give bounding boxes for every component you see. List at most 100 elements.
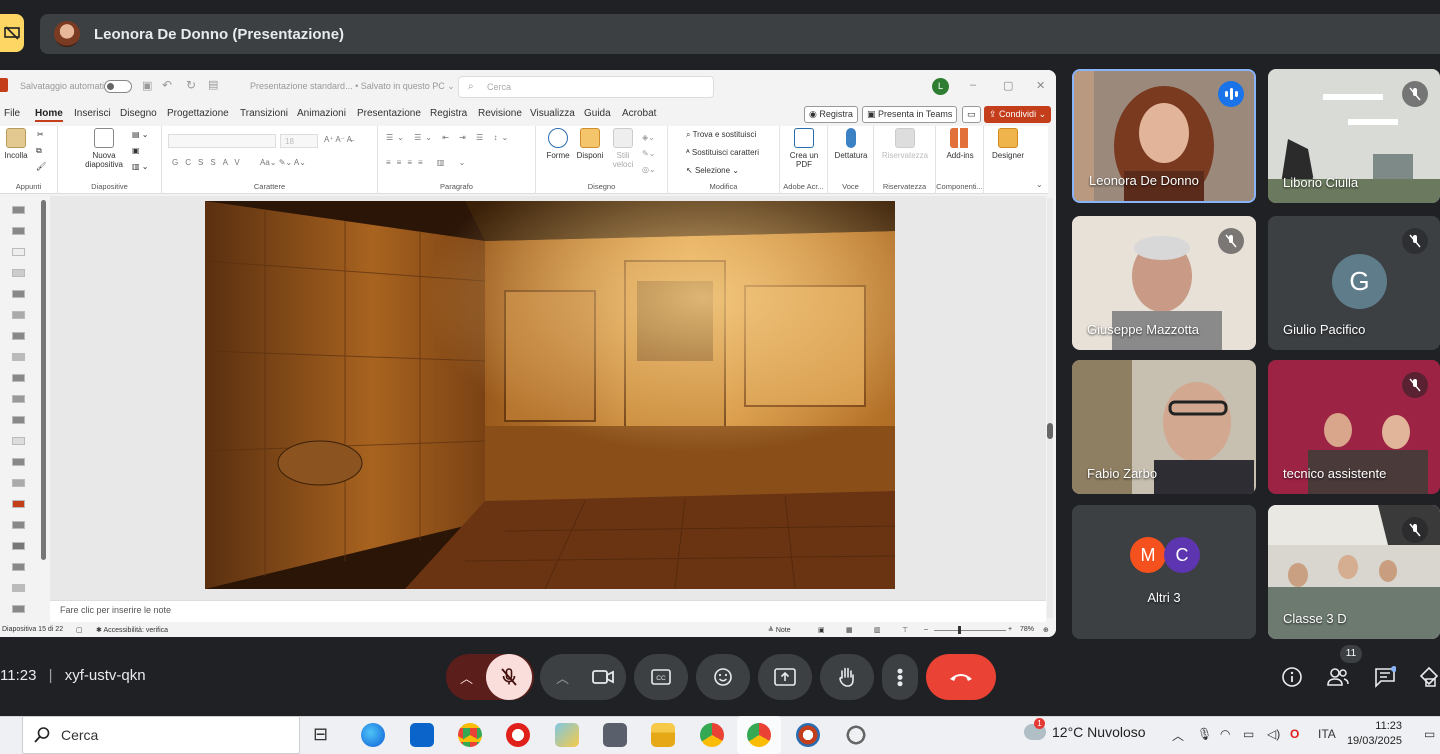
slide-thumbnail[interactable] <box>12 374 25 382</box>
designer-button[interactable]: Designer <box>988 128 1028 160</box>
find-replace-button[interactable]: ⌕ Trova e sostituisci <box>686 130 756 140</box>
participant-tile-classe[interactable]: Classe 3 D <box>1268 505 1440 639</box>
paste-button[interactable]: Incolla <box>2 128 30 160</box>
opera-icon[interactable] <box>506 723 530 747</box>
weather-widget[interactable]: 1 12°C Nuvoloso <box>1024 718 1146 740</box>
system-clock[interactable]: 11:23 19/03/2025 <box>1342 719 1402 749</box>
slide-thumbnail[interactable] <box>12 437 25 445</box>
windows-search-input[interactable]: Cerca <box>22 716 300 754</box>
captions-button[interactable]: CC <box>634 654 688 700</box>
section-icon[interactable]: ▥ ⌄ <box>132 162 148 171</box>
battery-icon[interactable]: ▭ <box>1243 727 1254 741</box>
participant-tile-tecnico[interactable]: tecnico assistente <box>1268 360 1440 494</box>
zoom-level[interactable]: 78% <box>1020 626 1034 633</box>
tab-review[interactable]: Revisione <box>478 108 522 119</box>
zoom-slider-handle[interactable] <box>958 626 961 634</box>
participant-tile-liborio[interactable]: Liborio Ciulla <box>1268 69 1440 203</box>
present-teams-button[interactable]: ▣ Presenta in Teams <box>862 106 958 123</box>
chrome-meet-icon[interactable] <box>747 723 771 747</box>
snipping-tool-icon[interactable] <box>555 723 579 747</box>
edge-icon[interactable] <box>361 723 385 747</box>
slide-thumbnail[interactable] <box>12 563 25 571</box>
reactions-button[interactable] <box>696 654 750 700</box>
slide-thumbnail[interactable] <box>12 332 25 340</box>
spelling-icon[interactable]: ▢ <box>76 626 83 634</box>
file-explorer-icon[interactable] <box>651 723 675 747</box>
ribbon-collapse-icon[interactable]: ⌄ <box>1036 180 1043 189</box>
notes-pane[interactable]: Fare clic per inserire le note <box>50 600 1046 622</box>
document-title[interactable]: Presentazione standard... • Salvato in q… <box>250 81 455 92</box>
reading-view-icon[interactable]: ▥ <box>874 626 881 634</box>
chat-icon[interactable] <box>1372 664 1398 690</box>
slide-scrollbar-thumb[interactable] <box>1047 423 1053 439</box>
user-avatar[interactable]: L <box>932 78 949 95</box>
slide-thumbnail[interactable] <box>12 458 25 466</box>
autosave-toggle[interactable] <box>104 80 132 93</box>
record-button[interactable]: ◉ Registra <box>804 106 858 123</box>
slide-thumbnail[interactable] <box>12 206 25 214</box>
ppt-search-input[interactable]: ⌕ Cerca <box>458 76 714 98</box>
more-options-button[interactable]: ••• <box>882 654 918 700</box>
addins-button[interactable]: Add-ins <box>942 128 978 160</box>
cut-icon[interactable]: ✂ <box>37 130 44 139</box>
save-icon[interactable]: ▣ <box>142 79 152 92</box>
arrange-button[interactable]: Disponi <box>574 128 606 160</box>
normal-view-icon[interactable]: ▣ <box>818 626 825 634</box>
camera-toggle-button[interactable] <box>580 654 626 700</box>
slide-thumbnail[interactable] <box>12 248 25 256</box>
fit-slide-icon[interactable]: ⊕ <box>1043 626 1049 634</box>
list-icons[interactable]: ☰⌄ ☰⌄ ⇤ ⇥ ☰ ↕⌄ <box>386 133 512 142</box>
paint-icon[interactable] <box>796 723 820 747</box>
tab-draw[interactable]: Disegno <box>120 108 157 119</box>
select-button[interactable]: ↖ Selezione ⌄ <box>686 166 739 175</box>
slide-thumbnail[interactable] <box>12 290 25 298</box>
raise-hand-button[interactable] <box>820 654 874 700</box>
participant-tile-others[interactable]: M C Altri 3 <box>1072 505 1256 639</box>
camera-options-chevron-icon[interactable]: ︿ <box>556 668 569 687</box>
leave-call-button[interactable] <box>926 654 996 700</box>
format-painter-icon[interactable]: 🖌 <box>36 162 46 171</box>
wifi-icon[interactable]: ◠ <box>1220 727 1230 741</box>
sensitivity-button[interactable]: Riservatezza <box>880 128 930 160</box>
task-view-icon[interactable]: ⊟ <box>313 724 328 745</box>
new-slide-button[interactable]: Nuova diapositiva <box>74 128 134 169</box>
slide-thumbnail[interactable] <box>12 311 25 319</box>
meeting-code[interactable]: xyf-ustv-qkn <box>65 667 146 684</box>
create-pdf-button[interactable]: Crea un PDF <box>786 128 822 169</box>
participant-tile-giuseppe[interactable]: Giuseppe Mazzotta <box>1072 216 1256 350</box>
close-icon[interactable]: ✕ <box>1036 79 1045 92</box>
slide-scrollbar[interactable] <box>1047 198 1053 618</box>
zoom-slider[interactable] <box>934 630 1006 631</box>
participant-tile-leonora[interactable]: Leonora De Donno <box>1072 69 1256 203</box>
zoom-out-icon[interactable]: – <box>924 626 928 633</box>
slide-thumbnail[interactable] <box>12 542 25 550</box>
activities-icon[interactable] <box>1418 664 1440 690</box>
grow-font-icon[interactable]: A⁺ A⁻ A̶ <box>324 135 352 144</box>
participant-tile-giulio[interactable]: G Giulio Pacifico <box>1268 216 1440 350</box>
reset-icon[interactable]: ▣ <box>132 146 140 155</box>
shapes-button[interactable]: Forme <box>544 128 572 160</box>
calculator-icon[interactable] <box>603 723 627 747</box>
slide-thumbnail[interactable] <box>12 353 25 361</box>
notifications-icon[interactable]: ▭ <box>1424 727 1435 741</box>
stop-presenting-icon[interactable] <box>0 14 24 52</box>
slide-thumbnail[interactable] <box>12 479 25 487</box>
mic-options-chevron-icon[interactable]: ︿ <box>460 668 473 687</box>
participant-tile-fabio[interactable]: Fabio Zarbo <box>1072 360 1256 494</box>
present-screen-button[interactable] <box>758 654 812 700</box>
slide-thumbnail[interactable] <box>12 584 25 592</box>
slide-thumbnail[interactable] <box>12 269 25 277</box>
slide-thumbnail-selected[interactable] <box>12 500 25 508</box>
tab-acrobat[interactable]: Acrobat <box>622 108 656 119</box>
shape-fill-icons[interactable]: ◈⌄ ✎⌄ ◎⌄ <box>642 130 656 178</box>
replace-fonts-button[interactable]: ᴬ Sostituisci caratteri <box>686 148 759 157</box>
copy-icon[interactable]: ⧉ <box>36 146 42 156</box>
people-icon[interactable] <box>1325 664 1351 690</box>
dictate-button[interactable]: Dettatura <box>832 128 870 160</box>
sorter-view-icon[interactable]: ▦ <box>846 626 853 634</box>
tab-animations[interactable]: Animazioni <box>297 108 346 119</box>
tab-design[interactable]: Progettazione <box>167 108 229 119</box>
meeting-details-icon[interactable] <box>1279 664 1305 690</box>
tray-mic-icon[interactable]: 🎙 <box>1197 727 1212 741</box>
tab-record[interactable]: Registra <box>430 108 467 119</box>
